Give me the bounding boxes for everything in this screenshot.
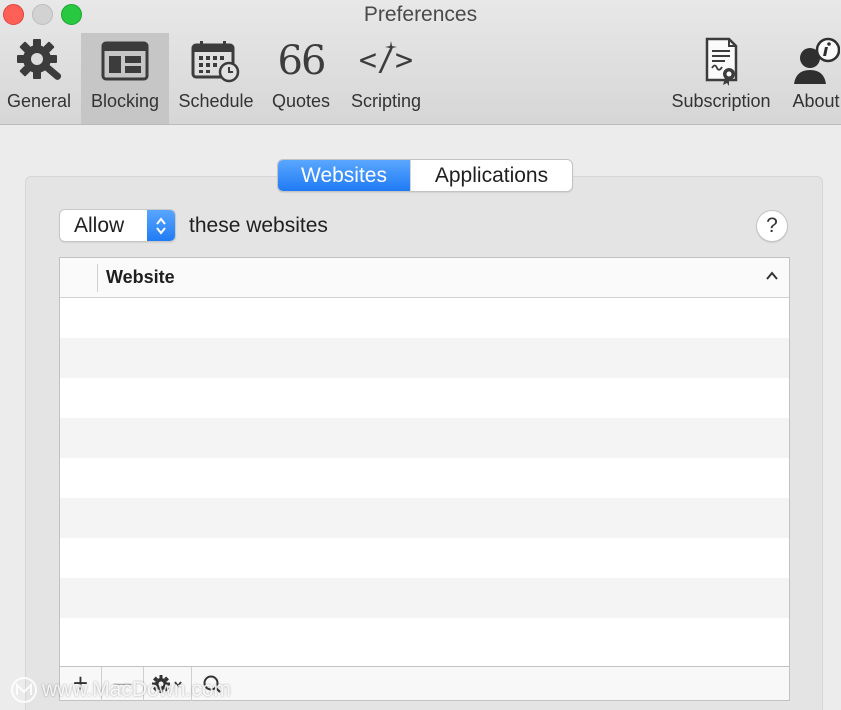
toolbar-label-about: About [792,91,840,111]
toolbar-label-schedule: Schedule [178,91,254,111]
table-row[interactable] [60,458,789,498]
help-button[interactable]: ? [756,210,788,242]
toolbar-label-scripting: Scripting [350,91,422,111]
gear-wrench-icon [13,33,65,88]
column-header-enabled[interactable] [60,263,98,292]
table-header: Website [60,258,789,298]
tab-websites[interactable]: Websites [278,160,410,191]
toolbar-label-quotes: Quotes [271,91,331,111]
table-row[interactable] [60,578,789,618]
sparkle-icon [385,41,398,53]
watermark-logo-icon [11,677,37,703]
source-segmented-control: Websites Applications [277,159,573,192]
table-rows [60,298,789,658]
toolbar-item-schedule[interactable]: Schedule [175,33,257,124]
watermark: www.MacDown.com [10,676,231,704]
quote-icon: 66 [277,33,327,88]
toolbar-item-blocking[interactable]: Blocking [81,33,169,124]
tab-applications[interactable]: Applications [410,160,572,191]
table-row[interactable] [60,298,789,338]
toolbar-item-general[interactable]: General [3,33,75,124]
toolbar-label-general: General [6,91,72,111]
toolbar-label-subscription: Subscription [671,91,771,111]
block-mode-value: Allow [74,213,125,237]
toolbar-item-scripting[interactable]: </> Scripting [344,33,428,124]
calendar-clock-icon [191,33,241,88]
table-row[interactable] [60,418,789,458]
watermark-text: www.MacDown.com [42,678,232,701]
table-row[interactable] [60,338,789,378]
table-row[interactable] [60,618,789,658]
code-icon: </> [359,33,413,88]
sort-ascending-icon[interactable] [765,269,779,288]
window-blocking-icon [101,33,149,88]
toolbar-item-quotes[interactable]: 66 Quotes [265,33,337,124]
block-mode-suffix: these websites [189,214,328,237]
table-row[interactable] [60,498,789,538]
table-row[interactable] [60,538,789,578]
block-mode-popup[interactable]: Allow [59,209,176,242]
person-info-icon [792,33,840,88]
quote-glyph: 66 [277,37,327,84]
window-title: Preferences [363,3,478,26]
chevron-up-down-icon [147,210,175,241]
table-row[interactable] [60,378,789,418]
toolbar-item-subscription[interactable]: Subscription [664,33,778,124]
column-header-website[interactable]: Website [98,267,175,288]
toolbar-label-blocking: Blocking [90,91,160,111]
certificate-icon [701,33,741,88]
websites-table: Website [59,257,790,667]
toolbar-item-about[interactable]: About [786,33,841,124]
window-titlebar-toolbar: Preferences General Blocking Schedule 66… [0,0,841,125]
